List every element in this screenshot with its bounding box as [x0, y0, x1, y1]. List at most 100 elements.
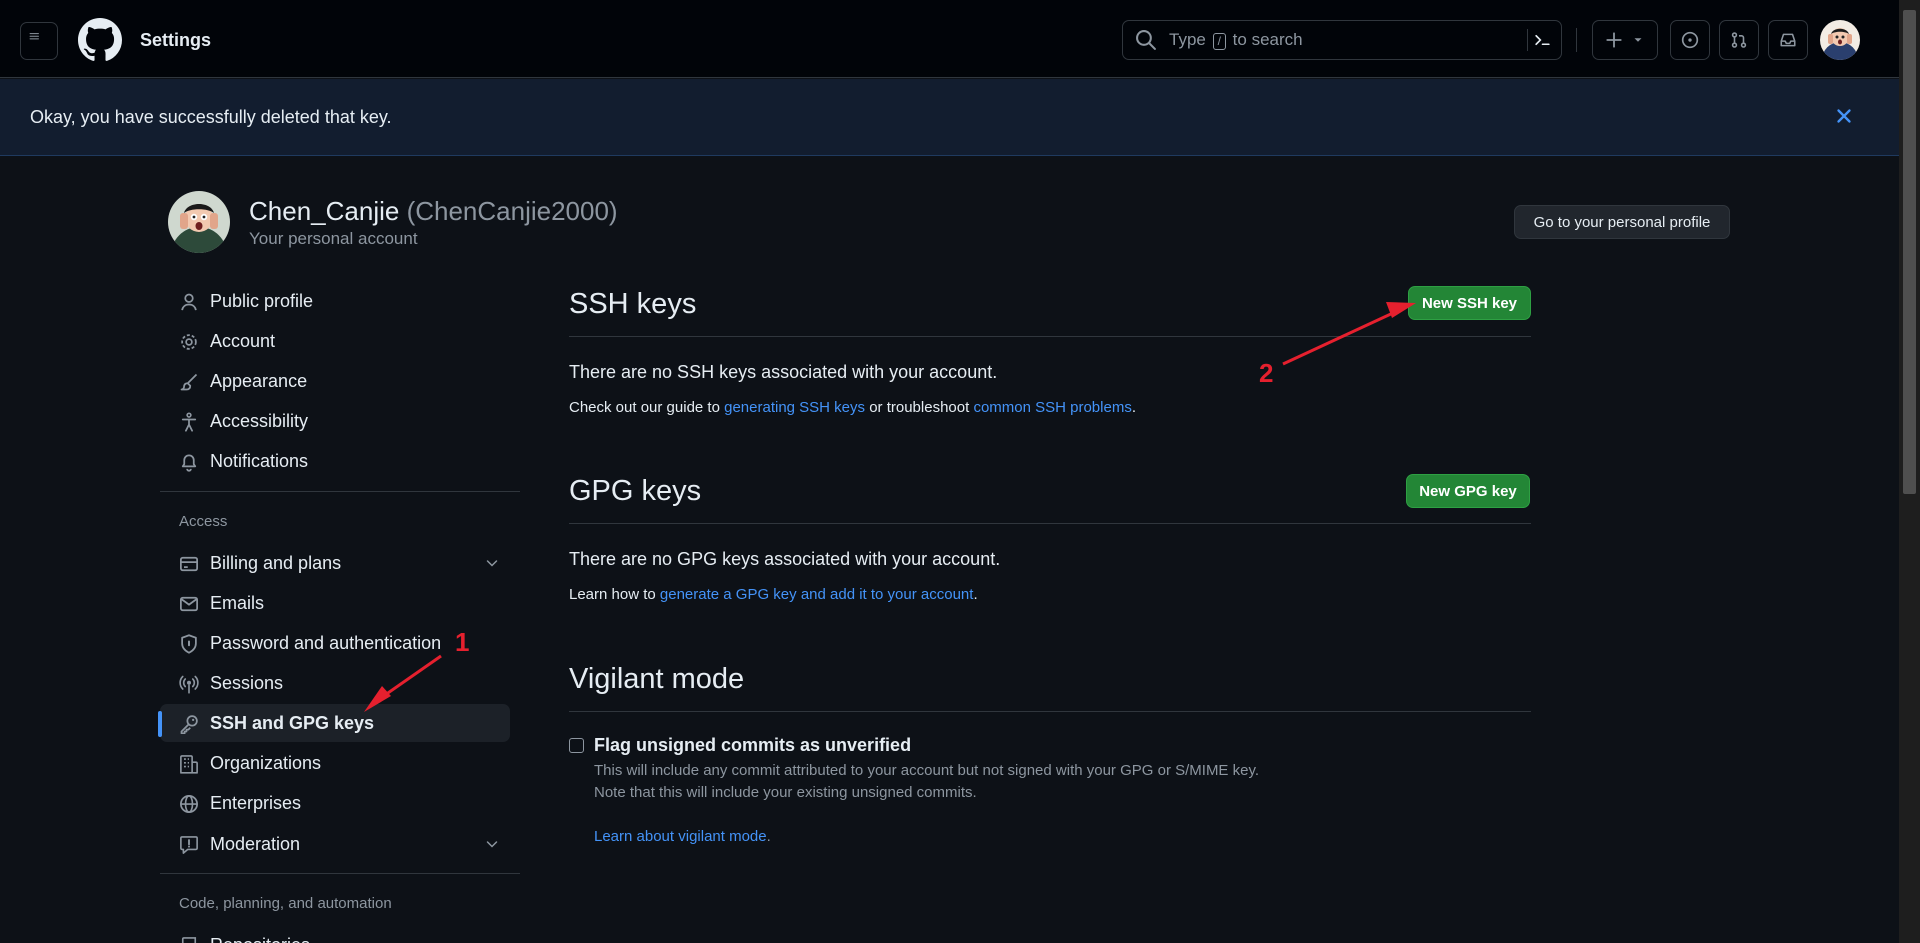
github-logo-icon[interactable] [78, 18, 122, 62]
terminal-icon [1535, 34, 1550, 46]
inbox-icon [1780, 33, 1796, 47]
ssh-empty-message: There are no SSH keys associated with yo… [569, 362, 998, 382]
vigilant-learn-suffix: . [766, 828, 771, 845]
ssh-guide-text: Check out our guide to generating SSH ke… [569, 399, 1136, 416]
display-name: Chen_Canjie [249, 196, 400, 226]
page-title: Settings [140, 30, 212, 50]
vigilant-note-2: Note that this will include your existin… [594, 784, 977, 801]
learn-vigilant-mode-link[interactable]: Learn about vigilant mode [594, 828, 767, 845]
search-placeholder: Type / to search [1169, 30, 1303, 50]
menu-button[interactable] [20, 22, 58, 60]
sidebar-item-moderation[interactable]: Moderation [160, 825, 510, 863]
globe-icon [179, 794, 199, 814]
annotation-arrow-2 [1282, 311, 1394, 366]
repo-icon [179, 936, 199, 943]
sidebar-item-label: Emails [210, 593, 265, 613]
flash-close-button[interactable] [1833, 105, 1855, 127]
sidebar-divider [160, 491, 520, 492]
sidebar-item-label: Password and authentication [210, 633, 442, 653]
sidebar-item-label: SSH and GPG keys [210, 713, 375, 733]
sidebar-item-label: Repositories [210, 935, 310, 943]
gpg-learn-text: Learn how to generate a GPG key and add … [569, 586, 978, 603]
mail-icon [179, 594, 199, 614]
sidebar-item-enterprises[interactable]: Enterprises [160, 784, 510, 822]
accessibility-icon [179, 412, 199, 432]
command-palette-button[interactable] [1527, 29, 1551, 51]
ssh-keys-heading: SSH keys [569, 288, 697, 320]
sidebar-item-label: Organizations [210, 753, 322, 773]
avatar [168, 191, 230, 253]
section-divider [569, 711, 1531, 712]
git-pull-request-icon [1731, 32, 1747, 48]
sidebar-item-repositories[interactable]: Repositories [160, 926, 510, 943]
flag-unsigned-checkbox[interactable] [569, 738, 584, 753]
gpg-learn-suffix: . [973, 586, 978, 603]
sidebar-item-label: Moderation [210, 834, 301, 854]
sidebar-item-ssh-gpg-keys[interactable]: SSH and GPG keys [158, 704, 510, 742]
pull-requests-button[interactable] [1719, 20, 1759, 60]
login-name: (ChenCanjie2000) [406, 196, 618, 226]
generate-gpg-key-link[interactable]: generate a GPG key and add it to your ac… [660, 586, 974, 603]
chevron-down-icon [484, 555, 500, 571]
sidebar-item-label: Notifications [210, 451, 309, 471]
profile-name[interactable]: Chen_Canjie (ChenCanjie2000) [249, 196, 618, 227]
new-gpg-key-button[interactable]: New GPG key [1406, 474, 1530, 508]
search-input[interactable]: Type / to search [1122, 20, 1562, 60]
flash-message: Okay, you have successfully deleted that… [30, 107, 392, 127]
paintbrush-icon [179, 372, 199, 392]
gpg-learn-prefix: Learn how to [569, 586, 660, 603]
sidebar-item-account[interactable]: Account [160, 322, 510, 360]
avatar [1820, 20, 1860, 60]
sidebar-item-label: Appearance [210, 371, 308, 391]
credit-card-icon [179, 554, 199, 574]
vigilant-learn-text: Learn about vigilant mode. [594, 828, 771, 845]
header-divider [1576, 28, 1577, 52]
inbox-button[interactable] [1768, 20, 1808, 60]
gpg-empty-message: There are no GPG keys associated with yo… [569, 549, 1001, 569]
hamburger-icon [29, 33, 39, 40]
annotation-marker-1: 1 [455, 627, 470, 657]
account-type-label: Your personal account [249, 229, 418, 248]
scrollbar[interactable] [1899, 0, 1920, 943]
broadcast-icon [179, 674, 199, 694]
ssh-guide-suffix: . [1131, 399, 1136, 416]
new-ssh-key-button[interactable]: New SSH key [1408, 286, 1531, 320]
sidebar-section-code: Code, planning, and automation [179, 895, 392, 912]
sidebar-item-emails[interactable]: Emails [160, 584, 510, 622]
profile-avatar [168, 191, 230, 253]
report-icon [179, 835, 199, 855]
ssh-guide-middle: or troubleshoot [865, 399, 974, 416]
issues-button[interactable] [1670, 20, 1710, 60]
user-avatar-button[interactable] [1820, 20, 1860, 60]
section-divider [569, 336, 1531, 337]
octocat-icon [78, 18, 122, 61]
sidebar-item-sessions[interactable]: Sessions [160, 664, 510, 702]
sidebar-item-accessibility[interactable]: Accessibility [160, 402, 510, 440]
create-new-button[interactable] [1592, 20, 1658, 60]
plus-icon [1606, 32, 1622, 48]
gpg-keys-heading: GPG keys [569, 475, 702, 507]
sidebar-item-label: Sessions [210, 673, 284, 693]
organization-icon [179, 754, 199, 774]
active-indicator [158, 711, 162, 737]
sidebar-item-billing[interactable]: Billing and plans [160, 544, 510, 582]
section-divider [569, 523, 1531, 524]
generating-ssh-keys-link[interactable]: generating SSH keys [724, 399, 865, 416]
common-ssh-problems-link[interactable]: common SSH problems [973, 399, 1131, 416]
sidebar-item-appearance[interactable]: Appearance [160, 362, 510, 400]
scrollbar-thumb[interactable] [1903, 10, 1916, 494]
vigilant-note-1: This will include any commit attributed … [594, 762, 1260, 779]
issue-opened-icon [1681, 31, 1699, 49]
sidebar-item-notifications[interactable]: Notifications [160, 442, 510, 480]
sidebar-item-label: Enterprises [210, 793, 302, 813]
flash-banner: Okay, you have successfully deleted that… [0, 79, 1899, 156]
sidebar-item-label: Accessibility [210, 411, 309, 431]
go-to-profile-button[interactable]: Go to your personal profile [1514, 205, 1730, 239]
close-icon [1837, 109, 1851, 123]
sidebar-item-organizations[interactable]: Organizations [160, 744, 510, 782]
search-icon [1136, 30, 1156, 50]
flag-unsigned-label[interactable]: Flag unsigned commits as unverified [594, 735, 911, 756]
person-icon [179, 292, 199, 312]
key-icon [179, 714, 199, 734]
sidebar-item-public-profile[interactable]: Public profile [160, 282, 510, 320]
